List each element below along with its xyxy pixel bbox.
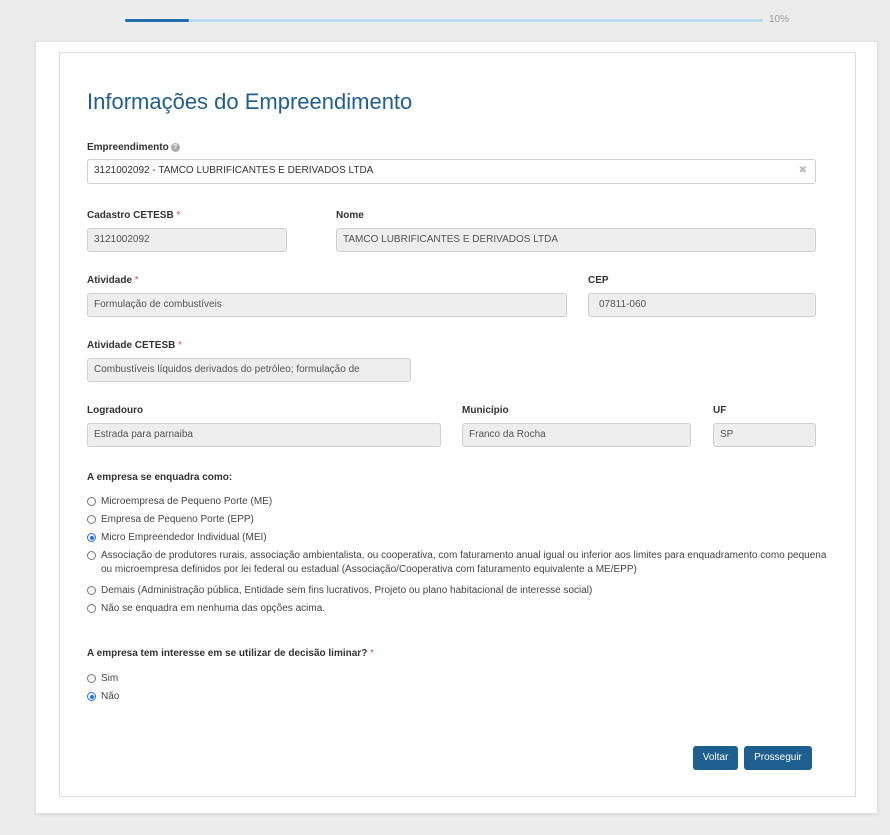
enquadramento-option-associacao[interactable]: Associação de produtores rurais, associa… bbox=[87, 549, 836, 577]
progress-bar: 10% bbox=[125, 14, 805, 26]
enquadramento-title: A empresa se enquadra como: bbox=[87, 472, 233, 483]
enquadramento-option-me[interactable]: Microempresa de Pequeno Porte (ME) bbox=[87, 495, 272, 509]
enquadramento-option-mei[interactable]: Micro Empreendedor Individual (MEI) bbox=[87, 531, 267, 545]
empreendimento-select-value: 3121002092 - TAMCO LUBRIFICANTES E DERIV… bbox=[94, 165, 374, 176]
liminar-option-label: Sim bbox=[101, 673, 119, 684]
progress-track bbox=[125, 19, 763, 22]
form-card: Informações do Empreendimento Empreendim… bbox=[35, 41, 878, 814]
atividade-field[interactable]: Formulação de combustíveis bbox=[87, 293, 567, 317]
radio-button[interactable] bbox=[87, 515, 96, 524]
enquadramento-option-demais[interactable]: Demais (Administração pública, Entidade … bbox=[87, 584, 592, 598]
liminar-title: A empresa tem interesse em se utilizar d… bbox=[87, 648, 374, 659]
atividade-cetesb-label-text: Atividade CETESB bbox=[87, 340, 176, 351]
liminar-title-text: A empresa tem interesse em se utilizar d… bbox=[87, 648, 368, 659]
radio-button[interactable] bbox=[87, 674, 96, 683]
atividade-label: Atividade * bbox=[87, 275, 139, 286]
radio-button[interactable] bbox=[87, 551, 96, 560]
radio-button-selected[interactable] bbox=[87, 533, 96, 542]
enquadramento-option-nenhuma[interactable]: Não se enquadra em nenhuma das opções ac… bbox=[87, 602, 325, 616]
back-button[interactable]: Voltar bbox=[693, 746, 738, 770]
next-button[interactable]: Prosseguir bbox=[744, 746, 812, 770]
radio-button[interactable] bbox=[87, 497, 96, 506]
required-marker: * bbox=[134, 275, 139, 286]
cadastro-label: Cadastro CETESB * bbox=[87, 210, 180, 221]
enquadramento-option-label: Microempresa de Pequeno Porte (ME) bbox=[101, 496, 273, 507]
radio-button-selected[interactable] bbox=[87, 692, 96, 701]
enquadramento-option-label: Empresa de Pequeno Porte (EPP) bbox=[101, 514, 254, 525]
liminar-option-nao[interactable]: Não bbox=[87, 690, 119, 704]
empreendimento-label-text: Empreendimento bbox=[87, 142, 169, 153]
cep-label: CEP bbox=[588, 275, 609, 286]
page-title: Informações do Empreendimento bbox=[87, 89, 413, 114]
atividade-cetesb-field[interactable]: Combustíveis líquidos derivados do petró… bbox=[87, 358, 411, 382]
question-circle-icon[interactable]: ? bbox=[170, 143, 180, 152]
logradouro-field[interactable]: Estrada para parnaiba bbox=[87, 423, 441, 447]
enquadramento-option-epp[interactable]: Empresa de Pequeno Porte (EPP) bbox=[87, 513, 254, 527]
liminar-option-sim[interactable]: Sim bbox=[87, 672, 118, 686]
enquadramento-option-label: Associação de produtores rurais, associa… bbox=[101, 550, 827, 575]
municipio-label: Município bbox=[462, 405, 509, 416]
municipio-field[interactable]: Franco da Rocha bbox=[462, 423, 691, 447]
uf-field[interactable]: SP bbox=[713, 423, 816, 447]
nome-label: Nome bbox=[336, 210, 364, 221]
radio-button[interactable] bbox=[87, 604, 96, 613]
enquadramento-option-label: Não se enquadra em nenhuma das opções ac… bbox=[101, 603, 326, 614]
atividade-label-text: Atividade bbox=[87, 275, 133, 286]
nome-field[interactable]: TAMCO LUBRIFICANTES E DERIVADOS LTDA bbox=[336, 228, 816, 252]
enquadramento-option-label: Demais (Administração pública, Entidade … bbox=[101, 585, 593, 596]
atividade-cetesb-label: Atividade CETESB * bbox=[87, 340, 182, 351]
empreendimento-label: Empreendimento? bbox=[87, 142, 180, 153]
progress-fill bbox=[125, 19, 189, 22]
required-marker: * bbox=[178, 340, 183, 351]
cadastro-field[interactable]: 3121002092 bbox=[87, 228, 287, 252]
enquadramento-option-label: Micro Empreendedor Individual (MEI) bbox=[101, 532, 267, 543]
logradouro-label: Logradouro bbox=[87, 405, 144, 416]
required-marker: * bbox=[176, 210, 181, 221]
liminar-option-label: Não bbox=[101, 691, 120, 702]
required-marker: * bbox=[370, 648, 374, 659]
form-panel: Informações do Empreendimento Empreendim… bbox=[59, 52, 856, 797]
clear-icon[interactable]: ✖ bbox=[799, 160, 807, 182]
cadastro-label-text: Cadastro CETESB bbox=[87, 210, 174, 221]
radio-button[interactable] bbox=[87, 586, 96, 595]
uf-label: UF bbox=[713, 405, 727, 416]
cep-field[interactable]: 07811-060 bbox=[588, 293, 816, 317]
progress-label: 10% bbox=[769, 14, 790, 25]
empreendimento-select[interactable]: 3121002092 - TAMCO LUBRIFICANTES E DERIV… bbox=[87, 159, 816, 184]
